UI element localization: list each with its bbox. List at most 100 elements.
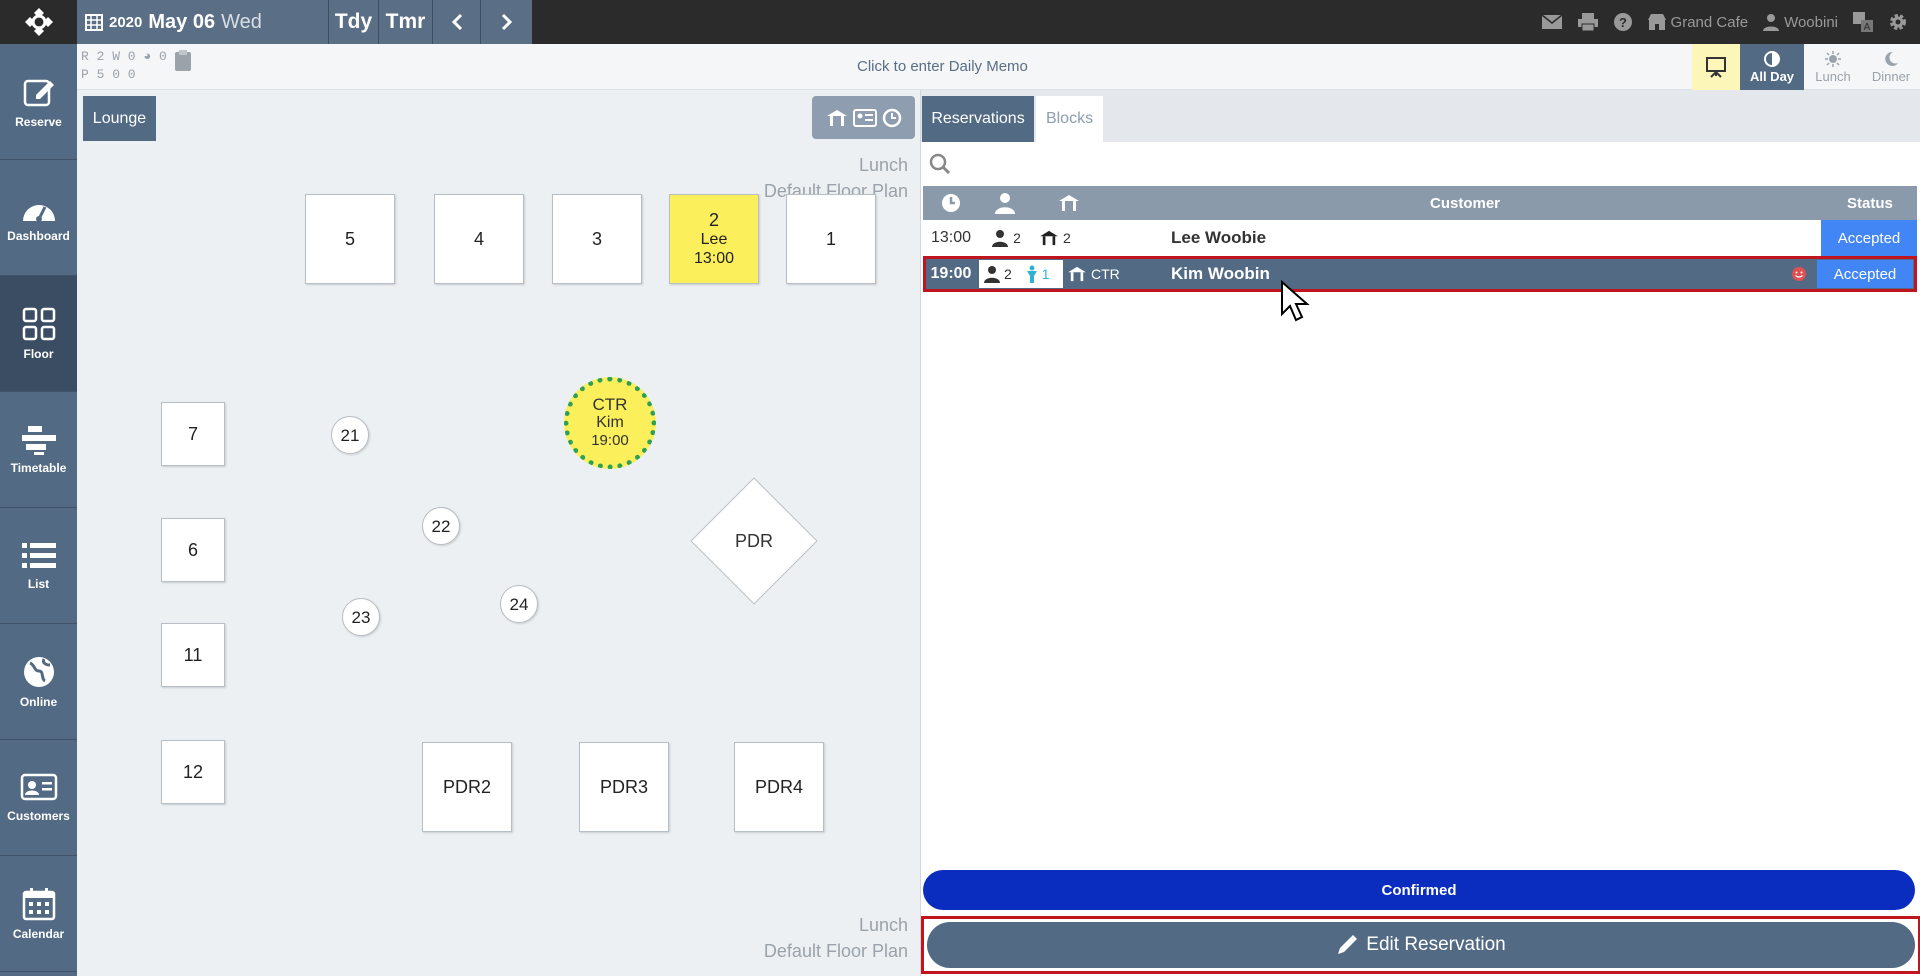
calendar-grid-icon	[85, 14, 103, 31]
table-pdr2[interactable]: PDR2	[422, 742, 512, 832]
table-11[interactable]: 11	[161, 623, 225, 687]
shift-label: All Day	[1749, 68, 1795, 84]
room-tab-lounge[interactable]: Lounge	[83, 96, 156, 141]
restaurant-name: Grand Cafe	[1670, 13, 1749, 31]
sidebar-item-label: Reserve	[15, 114, 62, 129]
timetable-icon	[21, 425, 56, 455]
table-label-toggle[interactable]	[812, 96, 915, 139]
reservation-row[interactable]: 13:00 2 2 Lee Woobie Accepted	[923, 220, 1917, 256]
table-22[interactable]: 22	[422, 507, 460, 545]
table-ctr[interactable]: CTR Kim 19:00	[564, 377, 656, 469]
table-name: 2	[1063, 230, 1071, 246]
table-21[interactable]: 21	[331, 416, 369, 454]
presentation-button[interactable]	[1692, 44, 1740, 90]
sidebar-item-reserve[interactable]: Reserve	[0, 44, 77, 160]
sidebar-item-dashboard[interactable]: Dashboard	[0, 160, 77, 276]
shift-lunch[interactable]: Lunch	[1804, 44, 1862, 90]
table-5[interactable]: 5	[305, 194, 395, 284]
tomorrow-button[interactable]: Tmr	[378, 0, 432, 44]
clock-icon	[882, 108, 901, 127]
table-6[interactable]: 6	[161, 518, 225, 582]
table-number: PDR3	[599, 776, 648, 797]
print-button[interactable]	[1577, 12, 1599, 32]
mail-button[interactable]	[1541, 14, 1563, 30]
sidebar-item-online[interactable]: Online	[0, 624, 77, 740]
daily-memo[interactable]: Click to enter Daily Memo	[857, 58, 1028, 75]
panel-tabs: Reservations Blocks	[921, 90, 1920, 142]
clipboard-icon[interactable]	[174, 50, 192, 72]
easel-icon	[1706, 57, 1726, 78]
sidebar-item-label: Customers	[7, 808, 70, 823]
table-pdr3[interactable]: PDR3	[579, 742, 669, 832]
sidebar-item-label: Dashboard	[7, 228, 70, 243]
table-12[interactable]: 12	[161, 740, 225, 804]
table-2[interactable]: 2 Lee 13:00	[669, 194, 759, 284]
plan-shift: Lunch	[858, 915, 908, 935]
table-number: 12	[182, 761, 204, 782]
reservation-row-selected[interactable]: 19:00 2 1 CTR Kim Woobin Accepted	[923, 256, 1917, 292]
table-24[interactable]: 24	[500, 585, 538, 623]
table-4[interactable]: 4	[434, 194, 524, 284]
table-7[interactable]: 7	[161, 402, 225, 466]
person-icon	[992, 230, 1009, 247]
chevron-left-icon	[451, 13, 462, 31]
date-picker-button[interactable]: 2020 May 06 Wed	[77, 0, 328, 44]
status-bar: R 2 W 0 ◕ 0 P 5 0 0 Click to enter Daily…	[77, 44, 1920, 90]
person-icon[interactable]	[994, 192, 1016, 214]
table-3[interactable]: 3	[552, 194, 642, 284]
column-customer[interactable]: Customer	[1430, 195, 1500, 212]
top-right-tools: ? Grand Cafe Woobini A	[1541, 0, 1920, 44]
tab-blocks[interactable]: Blocks	[1036, 96, 1103, 142]
shift-all-day[interactable]: All Day	[1740, 44, 1804, 90]
smiley-icon	[1792, 267, 1806, 281]
user-menu[interactable]: Woobini	[1762, 13, 1838, 31]
prev-day-button[interactable]	[432, 0, 480, 44]
counts-line-2: P 5 0 0	[81, 67, 136, 82]
guest-count: 2	[1013, 230, 1021, 246]
sidebar-item-floor[interactable]: Floor	[0, 276, 77, 392]
mouse-cursor-icon	[1281, 280, 1310, 322]
sidebar-item-calendar[interactable]: Calendar	[0, 856, 77, 972]
sidebar-item-label: Online	[19, 694, 58, 709]
floor-plan-label-bottom: Lunch Default Floor Plan	[764, 912, 908, 964]
search-bar[interactable]	[921, 142, 1920, 186]
settings-button[interactable]	[1888, 12, 1908, 32]
table-icon	[1068, 266, 1086, 282]
edit-reservation-label: Edit Reservation	[1366, 934, 1506, 955]
plan-shift: Lunch	[858, 155, 908, 175]
shift-dinner[interactable]: Dinner	[1862, 44, 1920, 90]
date-year: 2020	[109, 13, 143, 31]
table-1[interactable]: 1	[786, 194, 876, 284]
user-name: Woobini	[1784, 13, 1838, 31]
status-badge[interactable]: Accepted	[1817, 260, 1913, 288]
person-icon	[984, 266, 1000, 283]
language-button[interactable]: A	[1852, 11, 1874, 33]
sidebar-item-list[interactable]: List	[0, 508, 77, 624]
row-time: 19:00	[930, 265, 972, 282]
today-button[interactable]: Tdy	[328, 0, 378, 44]
row-customer: Kim Woobin	[1171, 264, 1270, 283]
table-number: 11	[183, 644, 203, 665]
table-pdr4[interactable]: PDR4	[734, 742, 824, 832]
confirmed-button[interactable]: Confirmed	[923, 870, 1915, 910]
table-23[interactable]: 23	[342, 598, 380, 636]
restaurant-selector[interactable]: Grand Cafe	[1647, 13, 1749, 31]
column-status[interactable]: Status	[1847, 195, 1893, 212]
table-icon[interactable]	[1058, 194, 1080, 212]
help-icon: ?	[1613, 13, 1632, 31]
edit-reservation-button[interactable]: Edit Reservation	[927, 922, 1915, 968]
sidebar-item-customers[interactable]: Customers	[0, 740, 77, 856]
app-logo[interactable]	[0, 0, 77, 44]
svg-text:A: A	[1864, 22, 1871, 33]
next-day-button[interactable]	[480, 0, 532, 44]
help-button[interactable]: ?	[1613, 12, 1633, 32]
table-guest: Lee	[700, 230, 728, 248]
row-table: CTR	[1067, 256, 1120, 292]
table-number: 6	[187, 539, 198, 560]
tab-reservations[interactable]: Reservations	[922, 96, 1034, 142]
clock-icon[interactable]	[940, 192, 962, 214]
sidebar-item-timetable[interactable]: Timetable	[0, 392, 77, 508]
status-badge[interactable]: Accepted	[1821, 220, 1917, 256]
sun-icon	[1825, 50, 1841, 67]
sidebar-item-label: Timetable	[10, 460, 67, 475]
